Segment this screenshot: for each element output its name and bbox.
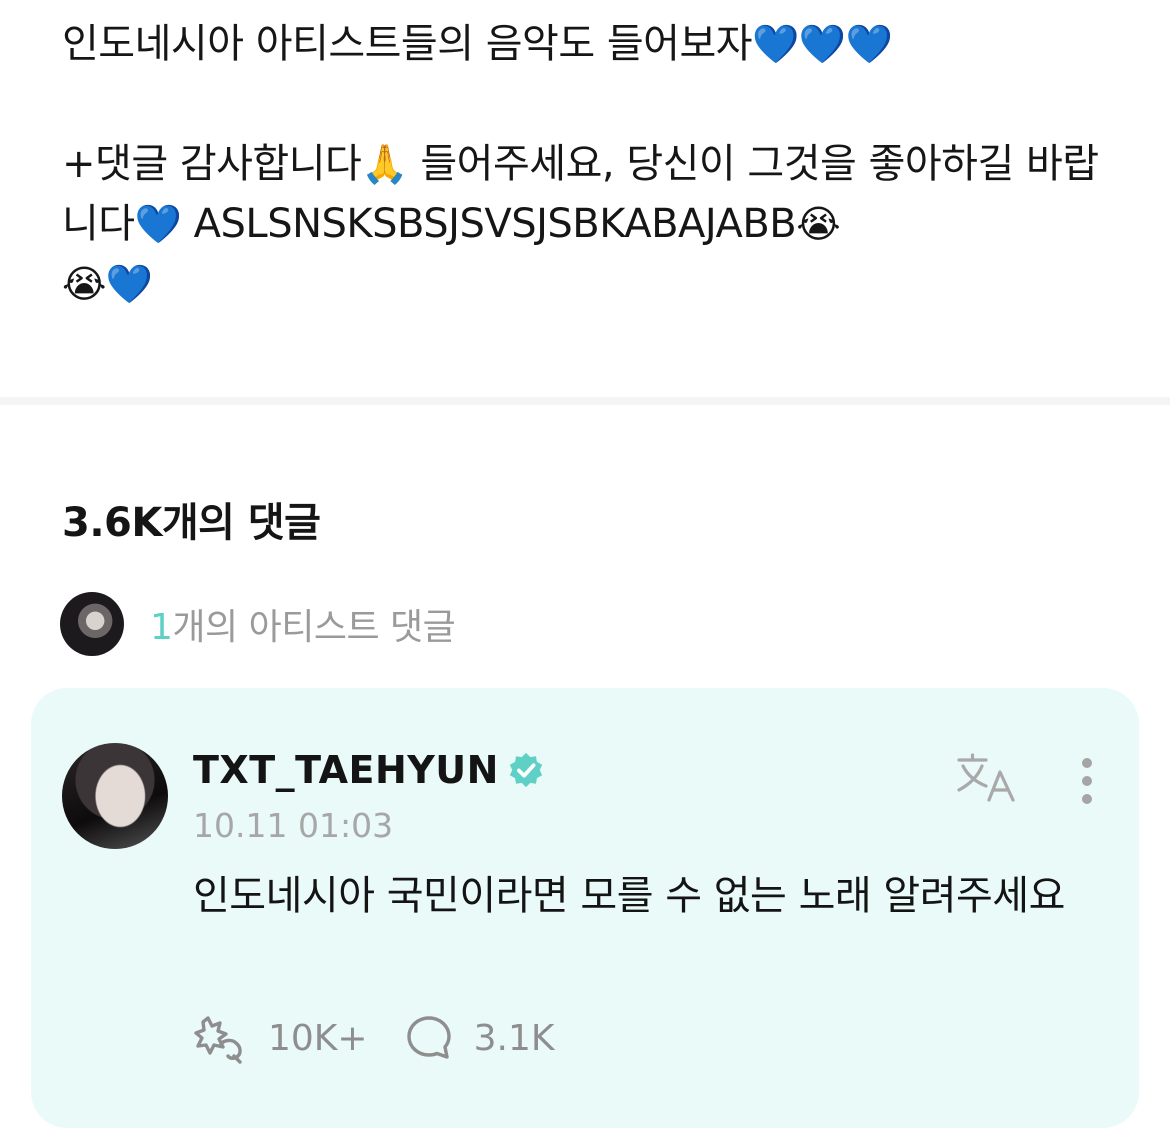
more-vertical-icon[interactable]	[1072, 755, 1102, 807]
comment-author[interactable]: TXT_TAEHYUN	[193, 748, 545, 792]
reply-button[interactable]: 3.1K	[406, 1015, 555, 1061]
comment-body: 인도네시아 국민이라면 모를 수 없는 노래 알려주세요	[193, 873, 1065, 919]
section-divider	[0, 397, 1170, 405]
blue-heart-emoji: 💙	[134, 202, 182, 246]
artist-count-label: 개의 아티스트 댓글	[172, 607, 456, 648]
like-icon	[194, 1016, 242, 1064]
verified-badge-icon	[509, 752, 543, 788]
post-text: 인도네시아 아티스트들의 음악도 들어보자💙💙💙 +댓글 감사합니다🙏 들어주세…	[62, 14, 1122, 314]
reply-bubble-icon	[406, 1016, 451, 1059]
crying-emoji: 😭	[796, 202, 841, 246]
blue-heart-emoji: 💙	[105, 262, 153, 306]
blue-heart-emoji: 💙💙💙	[752, 22, 893, 66]
comment-actions: 10K+ 3.1K	[194, 1010, 554, 1066]
post-line-1: 인도네시아 아티스트들의 음악도 들어보자	[62, 21, 753, 67]
username[interactable]: TXT_TAEHYUN	[193, 748, 499, 792]
post-line-2-tail: ASLSNSKSBSJSVSJSBKABAJABB	[181, 201, 797, 247]
comments-count-title: 3.6K개의 댓글	[62, 500, 321, 546]
like-count: 10K+	[268, 1017, 368, 1059]
like-button[interactable]: 10K+	[194, 1012, 368, 1064]
artist-comments-count: 1개의 아티스트 댓글	[150, 598, 456, 650]
comment-timestamp: 10.11 01:03	[193, 806, 394, 845]
pray-emoji: 🙏	[361, 142, 409, 186]
avatar[interactable]	[62, 743, 168, 849]
crying-emoji: 😭	[62, 262, 106, 306]
translate-icon[interactable]	[956, 752, 1018, 804]
post-line-2: +댓글 감사합니다	[62, 141, 362, 187]
artist-count-number: 1	[150, 607, 173, 648]
artist-comments-link[interactable]: 1개의 아티스트 댓글	[60, 592, 456, 656]
artist-avatar	[60, 592, 124, 656]
reply-count: 3.1K	[473, 1017, 555, 1059]
